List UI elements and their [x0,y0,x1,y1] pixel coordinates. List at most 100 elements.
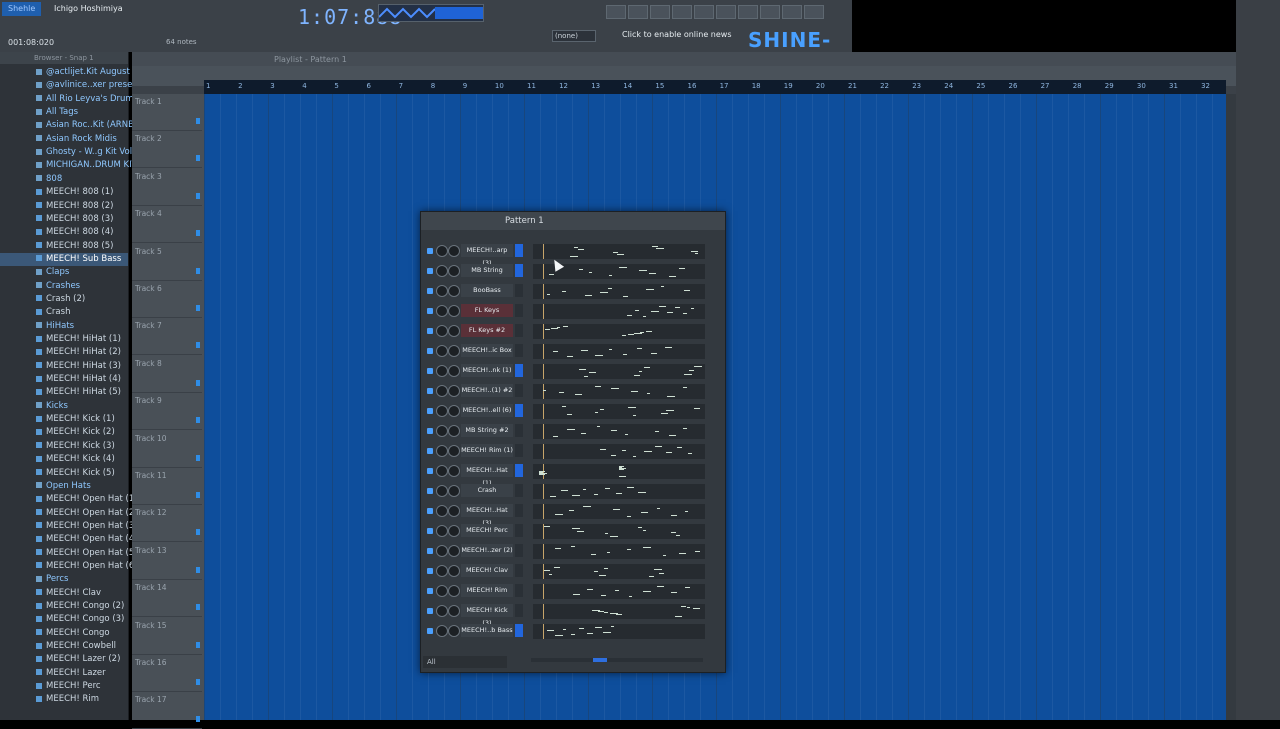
channel-select-toggle[interactable] [515,444,523,457]
channel-name-button[interactable]: MEECH!..nk (1) [461,364,513,377]
pan-knob[interactable] [436,605,448,617]
browser-item[interactable]: MEECH! Lazer (2) [0,653,128,666]
volume-knob[interactable] [448,445,460,457]
channel-name-button[interactable]: MB String [461,264,513,277]
song-tab[interactable]: Shehle [2,2,42,16]
mute-led-icon[interactable] [427,548,433,554]
channel-select-toggle[interactable] [515,564,523,577]
mute-led-icon[interactable] [427,408,433,414]
mute-led-icon[interactable] [427,588,433,594]
channel-select-toggle[interactable] [515,244,523,257]
browser-item[interactable]: MEECH! Perc [0,680,128,693]
mute-led-icon[interactable] [427,348,433,354]
track-header[interactable]: Track 2 [132,131,202,169]
volume-knob[interactable] [448,285,460,297]
volume-knob[interactable] [448,505,460,517]
pan-knob[interactable] [436,525,448,537]
track-header[interactable]: Track 6 [132,281,202,318]
track-led-icon[interactable] [196,566,200,573]
browser-item[interactable]: Crash (2) [0,293,128,306]
mute-led-icon[interactable] [427,328,433,334]
pattern-preview[interactable] [533,404,705,419]
pattern-preview[interactable] [533,304,705,319]
channel-name-button[interactable]: MEECH!..zer (2) [461,544,513,557]
browser-item[interactable]: MEECH! 808 (1) [0,186,128,199]
browser-item[interactable]: @actlijet.Kit August [0,66,130,79]
volume-knob[interactable] [448,565,460,577]
pan-knob[interactable] [436,565,448,577]
track-header[interactable]: Track 4 [132,206,202,244]
track-led-icon[interactable] [196,155,200,162]
mute-led-icon[interactable] [427,528,433,534]
browser-item[interactable]: MEECH! Clav [0,587,128,600]
browser-item[interactable]: MEECH! HiHat (3) [0,360,128,373]
mute-led-icon[interactable] [427,428,433,434]
channel-select-toggle[interactable] [515,324,523,337]
track-led-icon[interactable] [196,118,200,124]
browser-item[interactable]: MEECH! HiHat (2) [0,346,128,359]
channel-name-button[interactable]: MEECH! Rim [461,584,513,597]
channel-select-toggle[interactable] [515,584,523,597]
track-header[interactable]: Track 5 [132,244,202,281]
channel-select-toggle[interactable] [515,264,523,277]
track-header[interactable]: Track 8 [132,356,202,393]
browser-item[interactable]: Kicks [0,400,128,413]
pattern-preview[interactable] [533,564,705,579]
channel-name-button[interactable]: MEECH!..arp (3) [461,244,513,267]
track-header[interactable]: Track 17 [132,692,202,729]
pattern-preview[interactable] [533,584,705,599]
mute-led-icon[interactable] [427,468,433,474]
track-header[interactable]: Track 12 [132,505,202,543]
mute-led-icon[interactable] [427,568,433,574]
browser-item[interactable]: MEECH! 808 (5) [0,240,128,253]
browser-item[interactable]: MEECH! Kick (5) [0,467,128,480]
mute-led-icon[interactable] [427,608,433,614]
browser-item[interactable]: MEECH! Kick (2) [0,426,128,439]
browser-item[interactable]: MEECH! Open Hat (4) [0,533,138,546]
channel-select-toggle[interactable] [515,604,523,617]
mute-led-icon[interactable] [427,268,433,274]
browser-item[interactable]: MEECH! Congo (2) [0,600,128,613]
track-led-icon[interactable] [196,604,200,611]
track-header[interactable]: Track 15 [132,618,202,655]
volume-knob[interactable] [448,305,460,317]
help-button[interactable] [804,5,824,19]
volume-knob[interactable] [448,365,460,377]
channel-name-button[interactable]: MEECH! Perc [461,524,513,537]
browser-item[interactable]: HiHats [0,320,128,333]
browser-item[interactable]: Claps [0,266,128,279]
channel-name-button[interactable]: FL Keys #2 [461,324,513,337]
channel-select-toggle[interactable] [515,284,523,297]
browser-item[interactable]: MEECH! Kick (1) [0,413,128,426]
pan-knob[interactable] [436,385,448,397]
channel-name-button[interactable]: MEECH! Kick (3) [461,604,513,627]
channel-select-toggle[interactable] [515,404,523,417]
browser-button[interactable] [650,5,670,19]
pattern-preview[interactable] [533,484,705,499]
pattern-preview[interactable] [533,384,705,399]
track-header[interactable]: Track 1 [132,94,202,131]
volume-knob[interactable] [448,425,460,437]
track-led-icon[interactable] [196,230,200,237]
browser-item[interactable]: 808 [0,173,128,186]
volume-knob[interactable] [448,265,460,277]
pattern-title[interactable]: Pattern 1 [505,216,544,226]
mute-led-icon[interactable] [427,308,433,314]
channel-filter[interactable]: All [423,656,507,668]
browser-item[interactable]: MEECH! 808 (4) [0,226,128,239]
browser-item[interactable]: MEECH! HiHat (5) [0,386,128,399]
volume-knob[interactable] [448,325,460,337]
track-header[interactable]: Track 13 [132,543,202,580]
channel-rack-titlebar[interactable] [421,212,725,230]
channel-name-button[interactable]: BooBass [461,284,513,297]
timeline-ruler[interactable]: 1 2 3 4 5 6 7 8 9 10 11 12 13 14 15 16 17 18 19 20 21 22 23 24 2… [204,80,1226,94]
browser-item[interactable]: Ghosty - W..g Kit Vol. 2 [0,146,143,159]
pan-knob[interactable] [436,305,448,317]
track-led-icon[interactable] [196,716,200,723]
mute-led-icon[interactable] [427,488,433,494]
pattern-preview[interactable] [533,324,705,339]
browser-item[interactable]: MEECH! Congo (3) [0,613,128,626]
volume-knob[interactable] [448,485,460,497]
pan-knob[interactable] [436,265,448,277]
browser-item[interactable]: MEECH! Open Hat (3) [0,520,138,533]
